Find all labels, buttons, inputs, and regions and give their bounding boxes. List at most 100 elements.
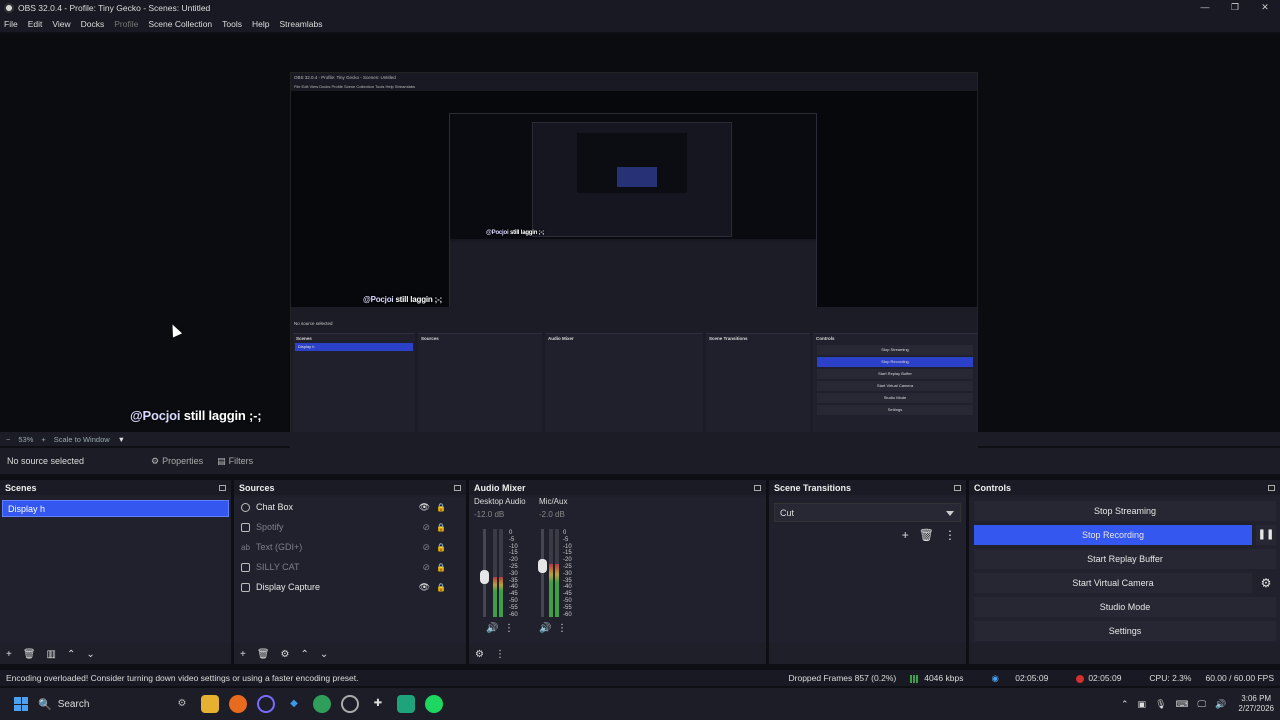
- move-up-icon[interactable]: ⌃: [67, 649, 75, 660]
- move-down-icon[interactable]: ⌄: [320, 649, 328, 660]
- zoom-out-button[interactable]: −: [6, 435, 10, 444]
- speaker-icon[interactable]: 🔊: [486, 623, 498, 634]
- close-icon[interactable]: ✕: [1250, 0, 1280, 14]
- menu-view[interactable]: View: [52, 19, 70, 29]
- menu-file[interactable]: File: [4, 19, 18, 29]
- preview-area[interactable]: @Pocjoi still laggin ;-; OBS 32.0.4 - Pr…: [0, 34, 1280, 459]
- cpu-usage: CPU: 2.3%: [1149, 673, 1192, 683]
- undock-icon[interactable]: [454, 484, 461, 491]
- obs-active-icon[interactable]: [341, 695, 359, 713]
- tray-overflow-icon[interactable]: ⌃: [1121, 699, 1129, 710]
- filters-button[interactable]: ▤ Filters: [217, 456, 253, 467]
- fader-knob[interactable]: [538, 558, 547, 573]
- source-item[interactable]: Spotify ⊘ 🔒: [234, 517, 466, 537]
- taskbar-search[interactable]: 🔍 Search: [38, 698, 168, 711]
- obs-app-icon[interactable]: [257, 695, 275, 713]
- properties-button[interactable]: ⚙ Properties: [151, 456, 203, 467]
- visibility-icon[interactable]: 👁: [419, 582, 430, 593]
- source-properties-icon[interactable]: ⚙: [281, 649, 290, 660]
- move-up-icon[interactable]: ⌃: [301, 649, 309, 660]
- stop-recording-label: Stop Recording: [1081, 530, 1145, 540]
- display-icon[interactable]: 🖵: [1198, 699, 1207, 710]
- remove-source-icon[interactable]: 🗑: [257, 649, 270, 660]
- start-replay-buffer-button[interactable]: Start Replay Buffer: [974, 549, 1276, 569]
- display-capture-icon: [241, 582, 250, 592]
- menu-edit[interactable]: Edit: [28, 19, 43, 29]
- transition-select[interactable]: Cut: [774, 503, 961, 522]
- scale-mode-dropdown-icon[interactable]: ▼: [118, 435, 125, 444]
- add-source-icon[interactable]: +: [240, 649, 246, 660]
- vscode-icon[interactable]: ◆: [285, 695, 303, 713]
- controls-header: Controls: [969, 480, 1280, 495]
- lock-icon[interactable]: 🔒: [436, 563, 446, 572]
- windows-start-icon[interactable]: [14, 697, 28, 711]
- channel-db: -12.0 dB: [474, 510, 505, 519]
- volume-fader[interactable]: [538, 529, 547, 617]
- mixer-menu-icon[interactable]: ⋮: [495, 649, 505, 660]
- menu-streamlabs[interactable]: Streamlabs: [279, 19, 322, 29]
- menu-docks[interactable]: Docks: [81, 19, 105, 29]
- fader-knob[interactable]: [480, 569, 489, 584]
- spotify-icon[interactable]: [425, 695, 443, 713]
- channel-name: Desktop Audio: [474, 497, 526, 506]
- preview-nested-scenes-title: Scenes: [296, 336, 312, 341]
- settings-app-icon[interactable]: ⚙: [173, 695, 191, 713]
- transition-menu-icon[interactable]: ⋮: [944, 528, 956, 542]
- menu-help[interactable]: Help: [252, 19, 269, 29]
- undock-icon[interactable]: [219, 484, 226, 491]
- lock-icon[interactable]: 🔒: [436, 543, 446, 552]
- speaker-icon[interactable]: 🔊: [539, 623, 551, 634]
- add-scene-icon[interactable]: +: [6, 649, 12, 660]
- visibility-hidden-icon[interactable]: ⊘: [422, 522, 430, 533]
- volume-icon[interactable]: 🔊: [1215, 699, 1226, 710]
- undock-icon[interactable]: [954, 484, 961, 491]
- visibility-hidden-icon[interactable]: ⊘: [422, 542, 430, 553]
- add-transition-icon[interactable]: +: [902, 528, 909, 542]
- stop-recording-button[interactable]: Stop Recording ❚❚: [974, 525, 1276, 545]
- stop-streaming-button[interactable]: Stop Streaming: [974, 501, 1276, 521]
- mixer-settings-icon[interactable]: ⚙: [475, 649, 484, 660]
- pause-recording-icon[interactable]: ❚❚: [1256, 525, 1276, 545]
- firefox-icon[interactable]: [229, 695, 247, 713]
- remove-scene-icon[interactable]: 🗑: [23, 649, 36, 660]
- source-item[interactable]: ab Text (GDI+) ⊘ 🔒: [234, 537, 466, 557]
- capcut-icon[interactable]: ✚: [369, 695, 387, 713]
- scene-filters-icon[interactable]: ▥: [47, 649, 56, 660]
- keyboard-icon[interactable]: ⌨: [1176, 699, 1189, 710]
- chrome-icon[interactable]: [313, 695, 331, 713]
- studio-mode-button[interactable]: Studio Mode: [974, 597, 1276, 617]
- menu-tools[interactable]: Tools: [222, 19, 242, 29]
- volume-fader[interactable]: [480, 529, 489, 617]
- lock-icon[interactable]: 🔒: [436, 523, 446, 532]
- microphone-icon[interactable]: 🎙: [1155, 699, 1166, 710]
- taskbar-clock[interactable]: 3:06 PM 2/27/2026: [1238, 694, 1274, 714]
- start-virtual-camera-button[interactable]: Start Virtual Camera ⚙: [974, 573, 1271, 593]
- scene-item[interactable]: Display h: [2, 500, 229, 517]
- virtual-camera-gear-icon[interactable]: ⚙: [1256, 573, 1276, 593]
- visibility-hidden-icon[interactable]: ⊘: [422, 562, 430, 573]
- file-explorer-icon[interactable]: [201, 695, 219, 713]
- maximize-icon[interactable]: ❐: [1220, 0, 1250, 14]
- minimize-icon[interactable]: —: [1190, 0, 1220, 14]
- scale-mode-label[interactable]: Scale to Window: [54, 435, 110, 444]
- preview-canvas[interactable]: OBS 32.0.4 - Profile: Tiny Gecko - Scene…: [290, 72, 978, 459]
- tray-app-icon[interactable]: ▣: [1138, 699, 1147, 710]
- undock-icon[interactable]: [754, 484, 761, 491]
- source-item[interactable]: SILLY CAT ⊘ 🔒: [234, 557, 466, 577]
- lock-icon[interactable]: 🔒: [436, 583, 446, 592]
- settings-button[interactable]: Settings: [974, 621, 1276, 641]
- app-green-icon[interactable]: [397, 695, 415, 713]
- undock-icon[interactable]: [1268, 484, 1275, 491]
- zoom-in-button[interactable]: +: [41, 435, 45, 444]
- more-options-icon[interactable]: ⋮: [504, 623, 514, 634]
- move-down-icon[interactable]: ⌄: [86, 649, 94, 660]
- menu-scene-collection[interactable]: Scene Collection: [148, 19, 212, 29]
- source-item[interactable]: Chat Box 👁 🔒: [234, 497, 466, 517]
- scale-tick-label: -10: [563, 543, 572, 550]
- menu-profile[interactable]: Profile: [114, 19, 138, 29]
- lock-icon[interactable]: 🔒: [436, 503, 446, 512]
- visibility-icon[interactable]: 👁: [419, 502, 430, 513]
- source-item[interactable]: Display Capture 👁 🔒: [234, 577, 466, 597]
- more-options-icon[interactable]: ⋮: [557, 623, 567, 634]
- remove-transition-icon[interactable]: 🗑: [919, 528, 934, 542]
